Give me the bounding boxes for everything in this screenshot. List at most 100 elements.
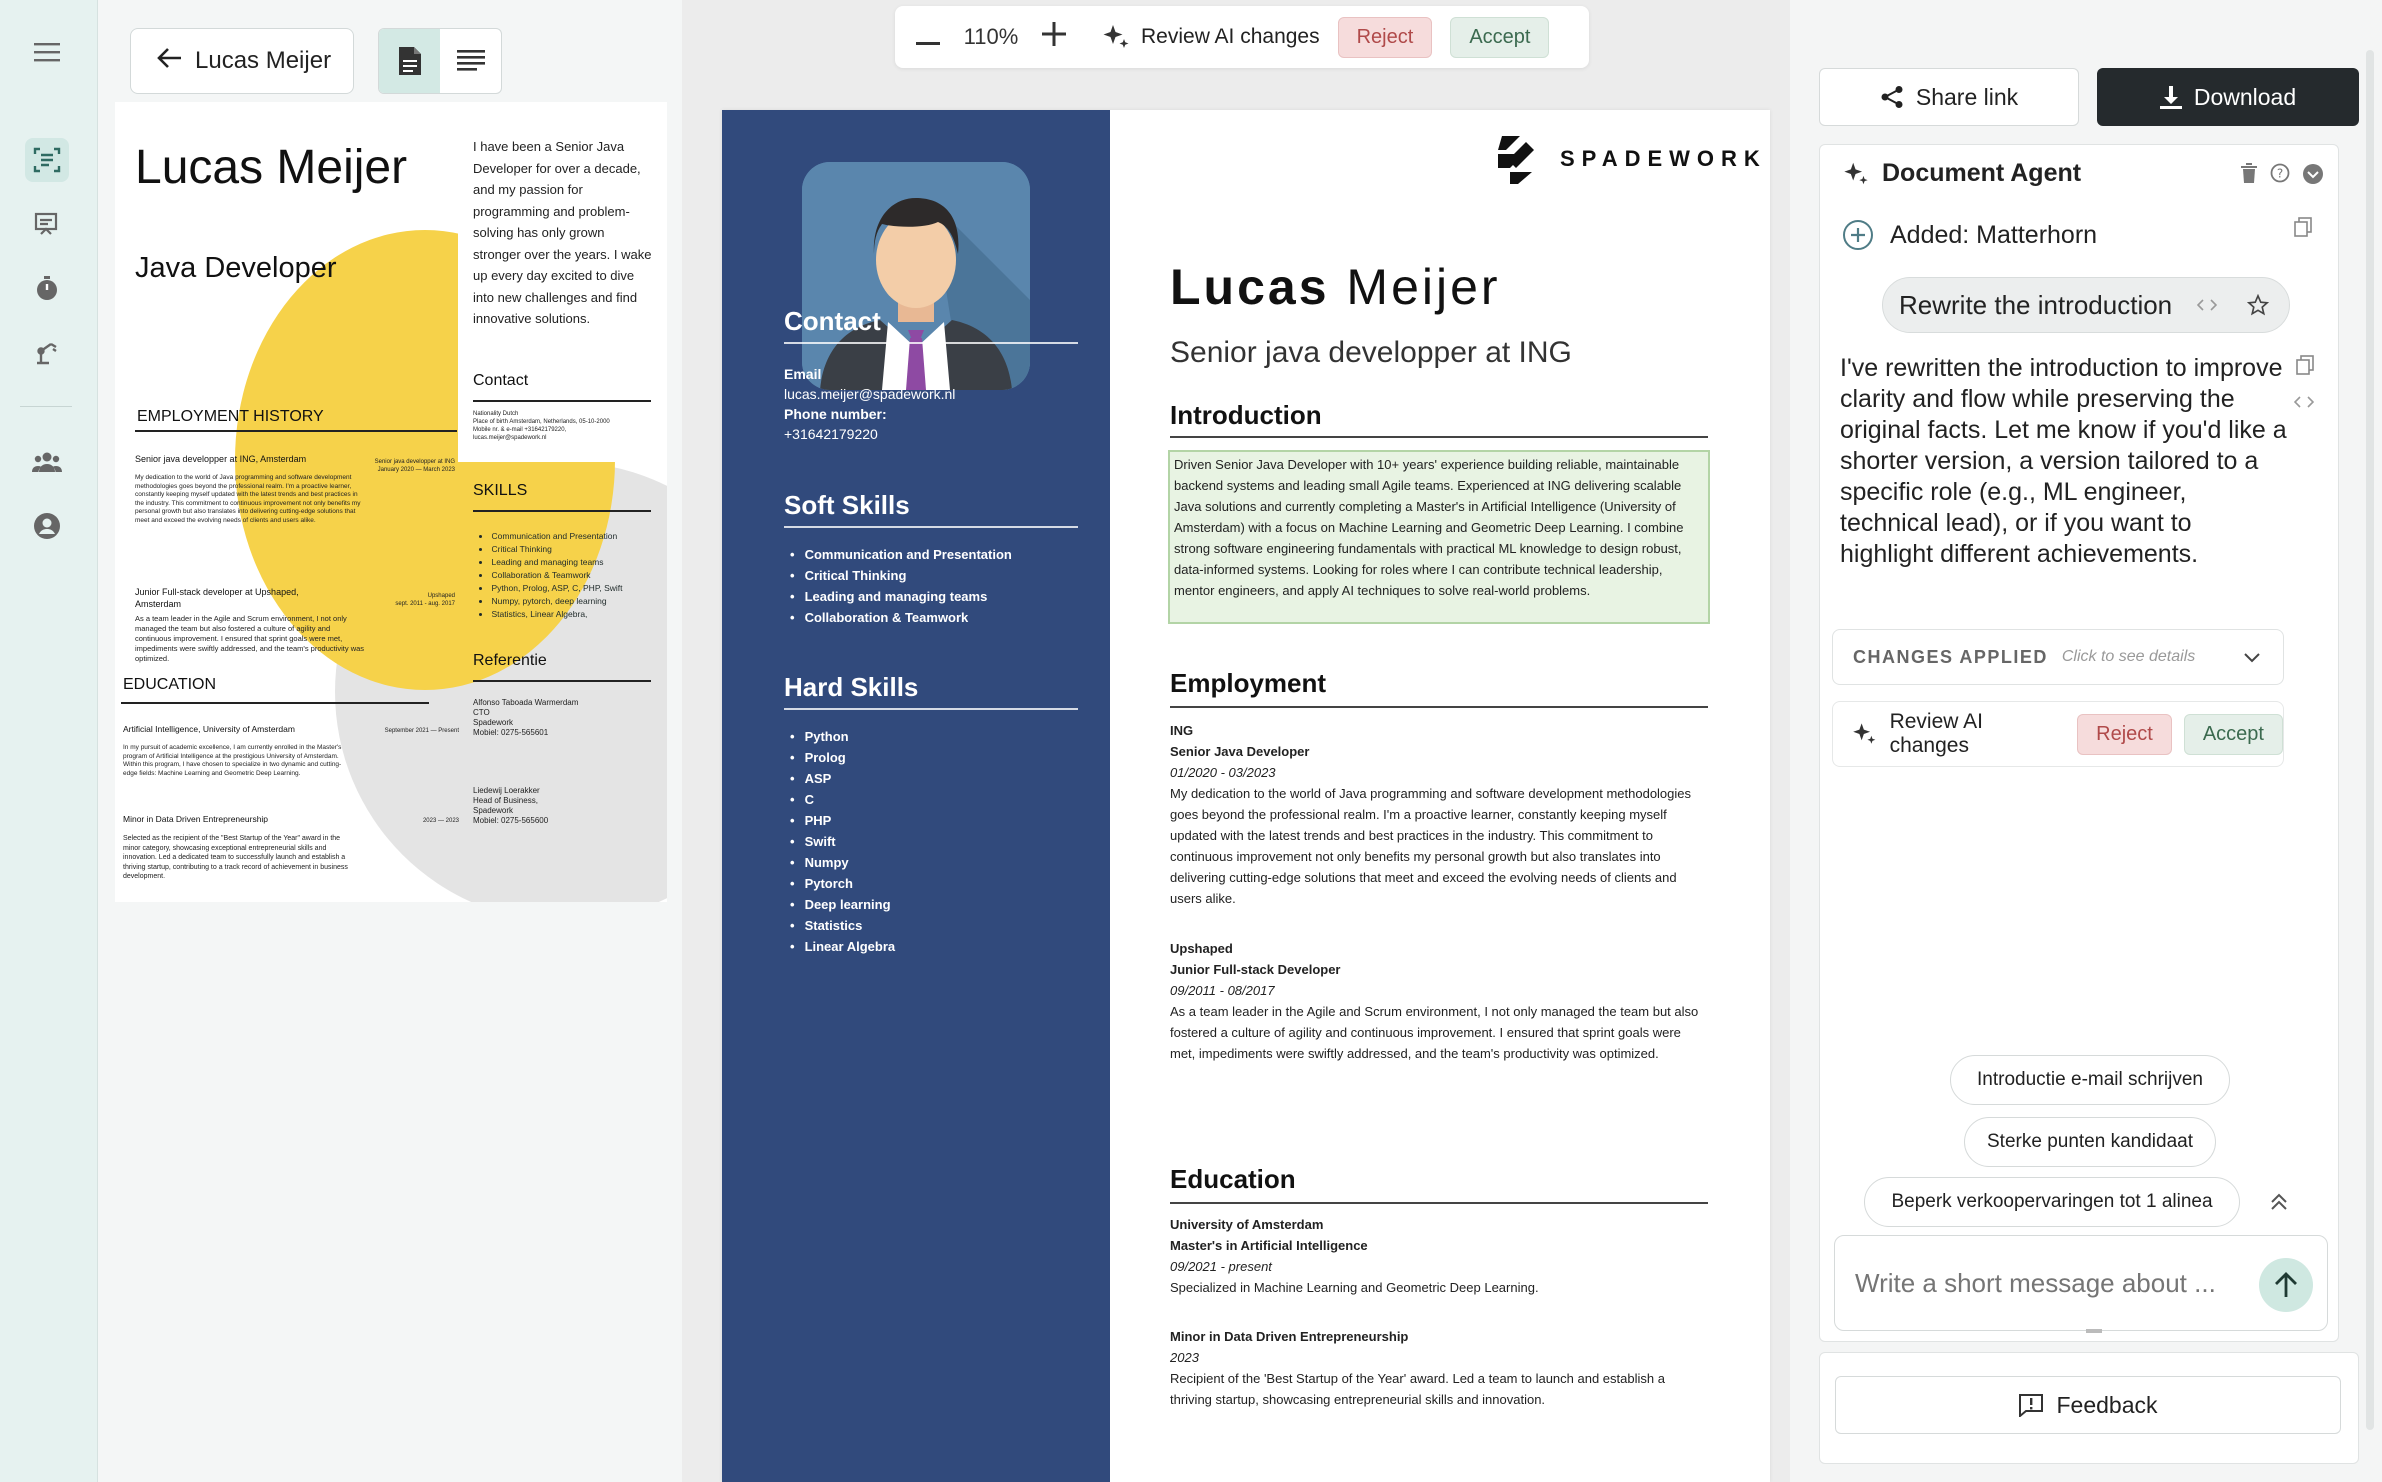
introduction-heading: Introduction xyxy=(1170,400,1322,430)
thumb-name: Lucas Meijer xyxy=(135,141,408,194)
changes-label: CHANGES APPLIED xyxy=(1853,646,2048,667)
avatar xyxy=(802,162,1030,390)
agent-tools: ? xyxy=(2240,163,2324,185)
suggestion-chip[interactable]: Introductie e-mail schrijven xyxy=(1950,1055,2230,1105)
suggestion-chip[interactable]: Beperk verkoopervaringen tot 1 alinea xyxy=(1864,1177,2240,1227)
sparkle-icon xyxy=(1103,25,1129,48)
hard-skill-item: Statistics xyxy=(784,915,895,936)
edu1-title: Master's in Artificial Intelligence xyxy=(1170,1238,1368,1253)
ai-message: I've rewritten the introduction to impro… xyxy=(1840,354,2287,568)
thumb-skill-item: Leading and managing teams xyxy=(479,556,649,569)
view-toggle xyxy=(378,28,502,94)
phone-label: Phone number: xyxy=(784,406,887,422)
code-icon[interactable] xyxy=(2197,298,2217,312)
thumb-edu1-dates: September 2021 — Present xyxy=(384,728,459,734)
review-ai-changes: Review AI changes xyxy=(1101,22,1320,52)
help-icon[interactable]: ? xyxy=(2270,163,2290,183)
thumb-rule xyxy=(473,400,651,402)
page-view-button[interactable] xyxy=(379,29,440,93)
job2-company: Upshaped xyxy=(1170,941,1233,956)
document-icon xyxy=(398,47,421,75)
share-link-button[interactable]: Share link xyxy=(1819,68,2079,126)
job2-title: Junior Full-stack Developer xyxy=(1170,962,1341,977)
thumb-edu2-title: Minor in Data Driven Entrepreneurship xyxy=(123,814,269,824)
edu1-school: University of Amsterdam xyxy=(1170,1217,1324,1232)
thumb-job2-text: As a team leader in the Agile and Scrum … xyxy=(135,614,365,663)
hard-skills-heading: Hard Skills xyxy=(784,672,919,702)
suggestion-chip[interactable]: Sterke punten kandidaat xyxy=(1964,1117,2216,1167)
hard-skill-item: ASP xyxy=(784,768,895,789)
hard-skill-item: Python xyxy=(784,726,895,747)
document-scan-icon[interactable] xyxy=(25,138,69,182)
code-icon[interactable] xyxy=(2294,395,2314,409)
send-button[interactable] xyxy=(2259,1258,2313,1312)
thumb-edu1-text: In my pursuit of academic excellence, I … xyxy=(123,744,342,777)
menu-icon[interactable] xyxy=(25,30,69,74)
back-button[interactable]: Lucas Meijer xyxy=(130,28,354,94)
thumb-rule xyxy=(473,680,651,682)
robot-arm-icon[interactable] xyxy=(25,330,69,374)
text-view-button[interactable] xyxy=(440,29,501,93)
account-icon[interactable] xyxy=(25,504,69,548)
collapse-icon[interactable] xyxy=(2302,163,2324,185)
hard-skill-item: PHP xyxy=(784,810,895,831)
thumb-intro: I have been a Senior Java Developer for … xyxy=(473,139,652,326)
thumb-skill-item: Numpy, pytorch, deep learning xyxy=(479,595,649,608)
copy-icon[interactable] xyxy=(2296,355,2314,375)
star-icon[interactable] xyxy=(2247,294,2269,316)
agent-accept-button[interactable]: Accept xyxy=(2183,713,2283,755)
agent-header: Document Agent xyxy=(1842,159,2081,188)
arrow-left-icon xyxy=(157,47,183,76)
feedback-button[interactable]: Feedback xyxy=(1835,1376,2341,1434)
zoom-out-button[interactable] xyxy=(913,20,943,54)
team-icon[interactable] xyxy=(25,440,69,484)
section-rule xyxy=(1170,706,1708,708)
stopwatch-icon[interactable] xyxy=(25,266,69,310)
email-label: Email xyxy=(784,366,822,382)
thumb-edu2-text: Selected as the recipient of the "Best S… xyxy=(123,835,348,880)
copy-icon[interactable] xyxy=(2294,217,2312,237)
scrollbar[interactable] xyxy=(2366,50,2374,1430)
resize-handle[interactable] xyxy=(2086,1329,2102,1333)
email-value[interactable]: lucas.meijer@spadework.nl xyxy=(784,384,955,404)
plus-icon xyxy=(1042,22,1066,46)
contact-heading: Contact xyxy=(784,306,881,336)
soft-skill-item: Leading and managing teams xyxy=(784,586,1012,607)
download-button[interactable]: Download xyxy=(2097,68,2359,126)
cv-name: Lucas Meijer xyxy=(1170,258,1501,316)
collapse-suggestions-icon[interactable] xyxy=(2268,1191,2290,1213)
sidebar-rule xyxy=(784,342,1078,344)
minus-icon xyxy=(916,42,940,45)
changes-applied-toggle[interactable]: CHANGES APPLIED Click to see details xyxy=(1832,629,2284,685)
svg-text:?: ? xyxy=(2277,167,2283,181)
thumb-edu2-dates: 2023 — 2023 xyxy=(422,818,459,824)
review-changes-row: Review AI changes Reject Accept xyxy=(1832,701,2284,767)
presentation-icon[interactable] xyxy=(25,202,69,246)
spadework-logo-icon xyxy=(1498,136,1534,184)
thumb-skill-item: Collaboration & Teamwork xyxy=(479,569,649,582)
zoom-in-button[interactable] xyxy=(1039,20,1069,54)
hard-skill-item: Deep learning xyxy=(784,894,895,915)
edu2-dates: 2023 xyxy=(1170,1350,1199,1365)
user-message: Rewrite the introduction xyxy=(1882,277,2290,333)
arrow-up-icon xyxy=(2275,1272,2297,1297)
changes-hint: Click to see details xyxy=(2061,648,2196,665)
accept-button[interactable]: Accept xyxy=(1450,16,1550,58)
reject-button[interactable]: Reject xyxy=(1337,16,1433,58)
hard-skill-item: Numpy xyxy=(784,852,895,873)
cv-thumbnail[interactable]: Lucas Meijer Java Developer I have been … xyxy=(115,102,667,902)
thumb-skill-item: Communication and Presentation xyxy=(479,530,649,543)
job1-company: ING xyxy=(1170,723,1194,738)
thumb-skills-heading: SKILLS xyxy=(473,482,528,499)
introduction-text-changed[interactable]: Driven Senior Java Developer with 10+ ye… xyxy=(1168,450,1710,624)
message-input[interactable] xyxy=(1855,1267,2255,1299)
agent-reject-button[interactable]: Reject xyxy=(2077,713,2172,755)
job1-title: Senior Java Developer xyxy=(1170,744,1310,759)
trash-icon[interactable] xyxy=(2240,163,2258,183)
hard-skill-item: Swift xyxy=(784,831,895,852)
hard-skill-item: C xyxy=(784,789,895,810)
share-label: Share link xyxy=(1915,83,2019,110)
job2-description: As a team leader in the Agile and Scrum … xyxy=(1170,1004,1699,1061)
thumb-job2-dates: Upshaped sept. 2011 - aug. 2017 xyxy=(395,593,455,607)
soft-skill-item: Critical Thinking xyxy=(784,565,1012,586)
